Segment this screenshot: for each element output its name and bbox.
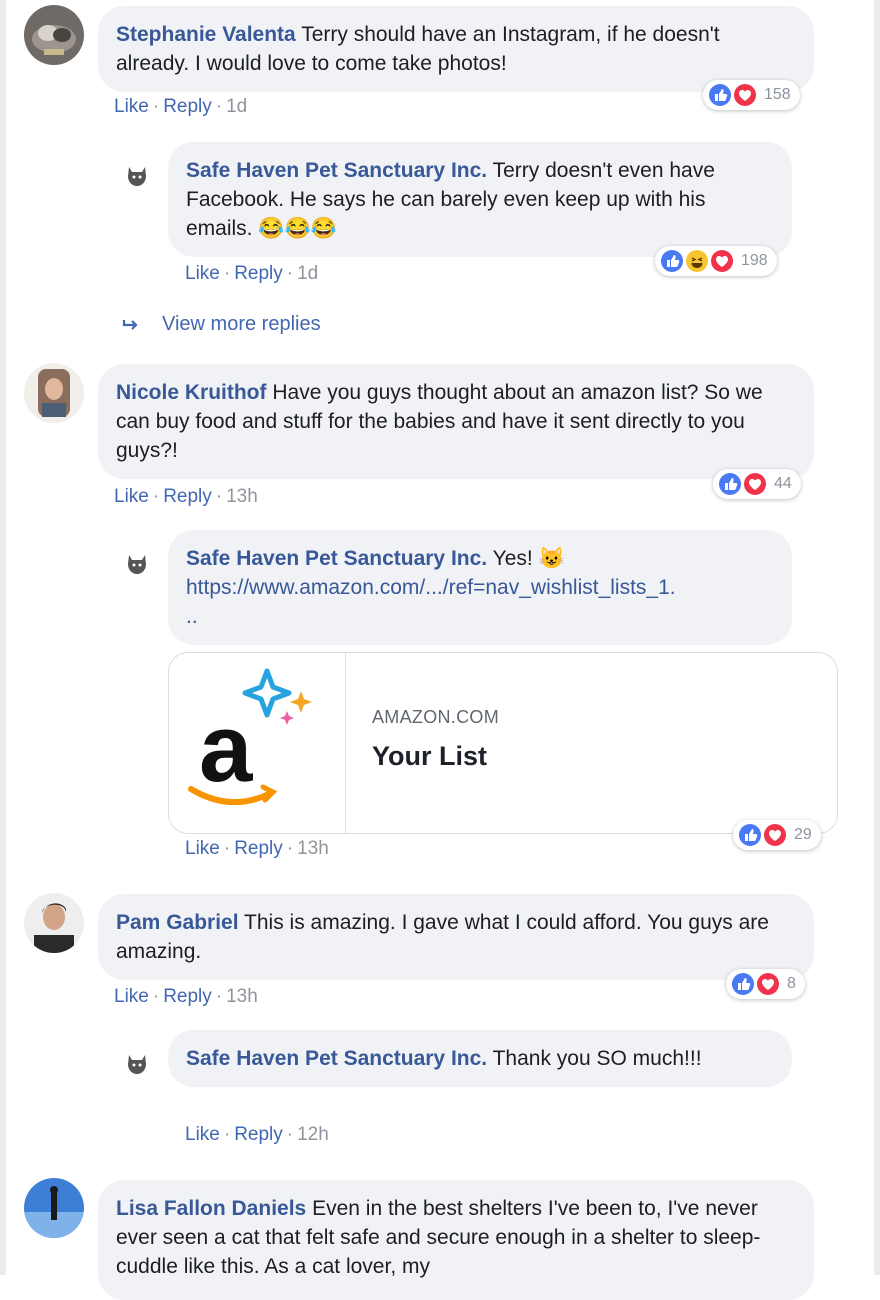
separator: · — [223, 263, 231, 284]
reply-author[interactable]: Safe Haven Pet Sanctuary Inc. — [186, 547, 487, 570]
like-icon — [739, 824, 761, 846]
cat-emoji: 😺 — [538, 547, 565, 570]
reply-link[interactable]: Reply — [234, 838, 283, 859]
comments-thread: Stephanie Valenta Terry should have an I… — [0, 0, 880, 1300]
view-more-replies-label[interactable]: View more replies — [162, 313, 321, 336]
avatar[interactable] — [24, 1178, 84, 1238]
reaction-count: 158 — [764, 86, 791, 103]
right-edge — [874, 0, 880, 1275]
timestamp[interactable]: 13h — [226, 986, 258, 1007]
cat-logo-icon — [128, 555, 146, 574]
reply-actions: Like · Reply · 13h — [185, 838, 329, 860]
like-link[interactable]: Like — [185, 1124, 220, 1145]
link-continuation[interactable]: .. — [186, 605, 198, 628]
comment-bubble: Nicole Kruithof Have you guys thought ab… — [98, 364, 814, 479]
page-avatar[interactable] — [120, 158, 154, 192]
separator: · — [215, 96, 223, 117]
like-icon — [732, 973, 754, 995]
haha-icon — [686, 250, 708, 272]
comment-author[interactable]: Nicole Kruithof — [116, 381, 267, 404]
like-link[interactable]: Like — [114, 986, 149, 1007]
like-icon — [719, 473, 741, 495]
card-domain: AMAZON.COM — [372, 707, 499, 727]
reply-link[interactable]: Reply — [163, 986, 212, 1007]
comment-actions: Like · Reply · 13h — [114, 486, 258, 508]
separator: · — [286, 263, 294, 284]
avatar[interactable] — [24, 363, 84, 423]
reaction-summary[interactable]: 44 — [713, 469, 801, 499]
timestamp[interactable]: 13h — [226, 486, 258, 507]
reaction-count: 8 — [787, 975, 796, 992]
avatar[interactable] — [24, 893, 84, 953]
comment-author[interactable]: Lisa Fallon Daniels — [116, 1197, 306, 1220]
avatar[interactable] — [24, 5, 84, 65]
separator: · — [286, 1124, 294, 1145]
reply-link[interactable]: Reply — [163, 486, 212, 507]
timestamp[interactable]: 12h — [297, 1124, 329, 1145]
separator: · — [223, 1124, 231, 1145]
reaction-summary[interactable]: 29 — [733, 820, 821, 850]
separator: · — [286, 838, 294, 859]
amazon-link[interactable]: https://www.amazon.com/.../ref=nav_wishl… — [186, 576, 676, 599]
separator: · — [215, 986, 223, 1007]
reply-text: Yes! — [492, 547, 533, 570]
comment-actions: Like · Reply · 13h — [114, 986, 258, 1008]
reply-author[interactable]: Safe Haven Pet Sanctuary Inc. — [186, 1047, 487, 1070]
timestamp[interactable]: 1d — [226, 96, 247, 117]
reaction-summary[interactable]: 8 — [726, 969, 805, 999]
reply-bubble: Safe Haven Pet Sanctuary Inc. Thank you … — [168, 1030, 792, 1087]
reply-link[interactable]: Reply — [163, 96, 212, 117]
reply-actions: Like · Reply · 12h — [185, 1124, 329, 1146]
timestamp[interactable]: 1d — [297, 263, 318, 284]
like-link[interactable]: Like — [185, 838, 220, 859]
svg-text:a: a — [199, 695, 253, 802]
comment-author[interactable]: Pam Gabriel — [116, 911, 239, 934]
reaction-count: 44 — [774, 475, 792, 492]
timestamp[interactable]: 13h — [297, 838, 329, 859]
comment-bubble: Stephanie Valenta Terry should have an I… — [98, 6, 814, 92]
like-link[interactable]: Like — [185, 263, 220, 284]
comment-bubble: Lisa Fallon Daniels Even in the best she… — [98, 1180, 814, 1300]
comment-bubble: Pam Gabriel This is amazing. I gave what… — [98, 894, 814, 980]
reaction-count: 29 — [794, 826, 812, 843]
reply-author[interactable]: Safe Haven Pet Sanctuary Inc. — [186, 159, 487, 182]
like-icon — [661, 250, 683, 272]
left-edge — [0, 0, 6, 1275]
like-link[interactable]: Like — [114, 486, 149, 507]
page-avatar[interactable] — [120, 1046, 154, 1080]
cat-logo-icon — [128, 167, 146, 186]
reply-actions: Like · Reply · 1d — [185, 263, 318, 285]
reply-bubble: Safe Haven Pet Sanctuary Inc. Terry does… — [168, 142, 792, 257]
love-icon — [764, 824, 786, 846]
separator: · — [152, 986, 160, 1007]
separator: · — [152, 486, 160, 507]
cat-logo-icon — [128, 1055, 146, 1074]
page-avatar[interactable] — [120, 546, 154, 580]
separator: · — [152, 96, 160, 117]
comment-author[interactable]: Stephanie Valenta — [116, 23, 296, 46]
link-preview-card[interactable]: a AMAZON.COM Your List — [168, 652, 838, 834]
reaction-summary[interactable]: 158 — [703, 80, 800, 110]
reaction-summary[interactable]: 198 — [655, 246, 777, 276]
reaction-count: 198 — [741, 252, 768, 269]
card-title[interactable]: Your List — [372, 741, 487, 772]
reply-link[interactable]: Reply — [234, 1124, 283, 1145]
like-icon — [709, 84, 731, 106]
separator: · — [215, 486, 223, 507]
like-link[interactable]: Like — [114, 96, 149, 117]
amazon-logo: a — [169, 653, 346, 833]
comment-actions: Like · Reply · 1d — [114, 96, 247, 118]
reply-arrow-icon — [122, 319, 138, 330]
reply-bubble: Safe Haven Pet Sanctuary Inc. Yes! 😺 htt… — [168, 530, 792, 645]
reply-link[interactable]: Reply — [234, 263, 283, 284]
reply-text: Thank you SO much!!! — [492, 1047, 702, 1070]
love-icon — [744, 473, 766, 495]
view-more-replies[interactable]: View more replies — [122, 313, 321, 336]
separator: · — [223, 838, 231, 859]
love-icon — [711, 250, 733, 272]
love-icon — [734, 84, 756, 106]
love-icon — [757, 973, 779, 995]
laughing-emoji: 😂😂😂 — [258, 217, 337, 240]
